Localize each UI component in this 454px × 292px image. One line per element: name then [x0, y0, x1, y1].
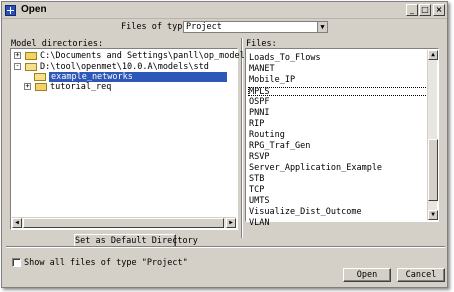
expand-icon[interactable]: +: [24, 83, 31, 90]
file-item[interactable]: Mobile_IP: [249, 76, 295, 85]
scroll-up-icon[interactable]: ▲: [428, 50, 438, 60]
file-item[interactable]: Routing: [249, 131, 285, 140]
tree-item[interactable]: - D:\tool\openmet\10.0.A\models\std: [14, 62, 234, 72]
file-item[interactable]: Visualize_Dist_Outcome: [249, 208, 362, 217]
chevron-down-icon[interactable]: ▼: [317, 22, 327, 32]
tree-item-label: example_networks: [49, 72, 227, 82]
folder-icon: [35, 83, 47, 91]
model-directories-tree[interactable]: + C:\Documents and Settings\panll\op_mod…: [10, 48, 250, 230]
file-item[interactable]: OSPF: [249, 98, 269, 107]
file-item[interactable]: PNNI: [249, 109, 269, 118]
maximize-button[interactable]: □: [419, 4, 431, 16]
folder-icon: [25, 52, 37, 60]
scroll-thumb[interactable]: [23, 218, 224, 228]
file-item[interactable]: UMTS: [249, 197, 269, 206]
files-of-type-label: Files of type:: [121, 22, 193, 32]
file-item[interactable]: TCP: [249, 186, 264, 195]
open-button[interactable]: Open: [343, 268, 391, 282]
window-title: Open: [21, 4, 47, 15]
close-button[interactable]: ×: [433, 4, 445, 16]
file-item[interactable]: Server_Application_Example: [249, 164, 382, 173]
tree-item[interactable]: + tutorial_req: [24, 82, 224, 92]
splitter[interactable]: [241, 38, 243, 238]
open-dialog: Open _ □ × Files of type: Project ▼ Mode…: [1, 1, 448, 288]
tree-item-label: tutorial_req: [50, 82, 112, 92]
files-of-type-value: Project: [186, 22, 222, 32]
show-all-label[interactable]: Show all files of type "Project": [24, 258, 188, 268]
separator: [6, 246, 445, 248]
tree-item-label: D:\tool\openmet\10.0.A\models\std: [40, 62, 209, 72]
folder-open-icon: [25, 63, 37, 71]
minimize-button[interactable]: _: [406, 4, 418, 16]
file-item[interactable]: STB: [249, 175, 264, 184]
title-bar[interactable]: Open _ □ ×: [2, 2, 447, 19]
horizontal-scrollbar[interactable]: ◀ ▶: [12, 217, 236, 228]
folder-open-icon: [34, 73, 46, 81]
expand-icon[interactable]: +: [14, 52, 21, 59]
vertical-scrollbar[interactable]: ▲ ▼: [427, 50, 438, 220]
scroll-right-icon[interactable]: ▶: [226, 218, 236, 228]
tree-item[interactable]: + C:\Documents and Settings\panll\op_mod…: [14, 51, 250, 61]
file-item[interactable]: RIP: [249, 120, 264, 129]
scroll-down-icon[interactable]: ▼: [428, 210, 438, 220]
file-item-selected[interactable]: MPLS: [248, 87, 428, 97]
file-item[interactable]: Loads_To_Flows: [249, 54, 321, 63]
file-item[interactable]: RPG_Traf_Gen: [249, 142, 310, 151]
file-item[interactable]: VLAN: [249, 219, 269, 228]
scroll-left-icon[interactable]: ◀: [12, 218, 22, 228]
files-list[interactable]: Loads_To_Flows MANET Mobile_IP MPLS OSPF…: [245, 48, 439, 228]
tree-item-label: C:\Documents and Settings\panll\op_model…: [40, 51, 250, 61]
scroll-thumb[interactable]: [428, 139, 438, 201]
files-of-type-select[interactable]: Project ▼: [183, 21, 328, 33]
file-item[interactable]: RSVP: [249, 153, 269, 162]
app-icon: [5, 5, 16, 16]
tree-item-selected[interactable]: example_networks: [31, 72, 231, 82]
show-all-checkbox[interactable]: [12, 258, 21, 267]
cancel-button[interactable]: Cancel: [397, 268, 445, 282]
collapse-icon[interactable]: -: [14, 63, 21, 70]
file-item[interactable]: MANET: [249, 65, 275, 74]
